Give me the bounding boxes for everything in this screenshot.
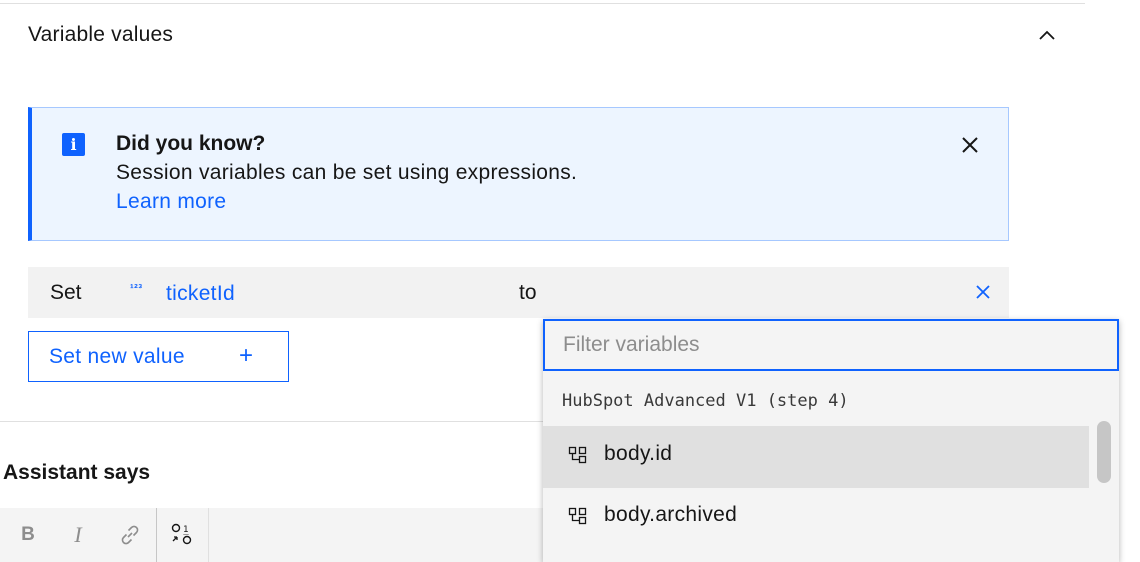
toolbar-separator — [208, 508, 209, 562]
set-variable-row: Set ¹²³ ticketId to — [28, 267, 1009, 318]
remove-row-icon[interactable] — [973, 282, 993, 302]
set-label: Set — [50, 281, 82, 304]
scroll-thumb[interactable] — [1097, 421, 1111, 483]
rich-text-toolbar: B I 1 — — [0, 508, 560, 562]
set-new-value-button[interactable]: Set new value + — [28, 331, 289, 382]
list-item-body-archived[interactable]: body.archived — [543, 487, 1089, 548]
top-divider — [0, 3, 1085, 4]
assistant-says-label: Assistant says — [3, 461, 151, 484]
list-item-label: body.archived — [604, 503, 738, 526]
notification-title: Did you know? — [116, 132, 266, 155]
link-icon — [121, 525, 139, 545]
info-notification: i Did you know? Session variables can be… — [28, 107, 1009, 241]
notification-body: Session variables can be set using expre… — [116, 161, 578, 184]
number-type-icon: ¹²³ — [130, 283, 143, 295]
variable-group-label: HubSpot Advanced V1 (step 4) — [562, 391, 849, 411]
link-button[interactable] — [105, 508, 155, 562]
insert-variable-button[interactable]: 1 — — [157, 508, 207, 562]
info-icon: i — [62, 133, 85, 156]
plus-icon: + — [239, 342, 254, 369]
section-title: Variable values — [28, 23, 174, 46]
to-label: to — [519, 281, 537, 304]
variable-name[interactable]: ticketId — [166, 282, 235, 306]
learn-more-link[interactable]: Learn more — [116, 190, 226, 214]
bold-button[interactable]: B — [3, 508, 53, 562]
section-divider — [0, 421, 560, 422]
set-new-value-label: Set new value — [49, 345, 185, 368]
chevron-up-icon[interactable] — [1037, 26, 1057, 46]
italic-button[interactable]: I — [53, 508, 103, 562]
list-item-body-id[interactable]: body.id — [543, 426, 1089, 487]
data-structure-icon — [568, 446, 587, 464]
list-item-label: body.id — [604, 442, 673, 465]
variable-picker-dropdown: HubSpot Advanced V1 (step 4) body.id bod… — [543, 319, 1119, 562]
variable-list: HubSpot Advanced V1 (step 4) body.id bod… — [543, 371, 1119, 562]
filter-variables-input[interactable] — [543, 319, 1119, 371]
insert-variable-icon: 1 — — [171, 523, 192, 545]
data-structure-icon — [568, 507, 587, 525]
dropdown-scrollbar[interactable] — [1089, 371, 1119, 562]
close-icon[interactable] — [958, 133, 982, 157]
